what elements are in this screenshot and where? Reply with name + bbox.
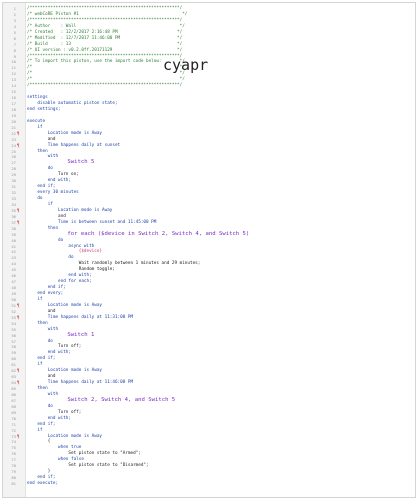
code-lines: 1/**************************************… [3, 6, 415, 487]
line-number: 81 [11, 481, 16, 486]
piston-code-viewer: 1/**************************************… [2, 2, 416, 498]
import-code: cyapr [163, 56, 209, 75]
code-line: 81 end execute; [3, 481, 415, 487]
code-text: end execute; [27, 481, 59, 486]
